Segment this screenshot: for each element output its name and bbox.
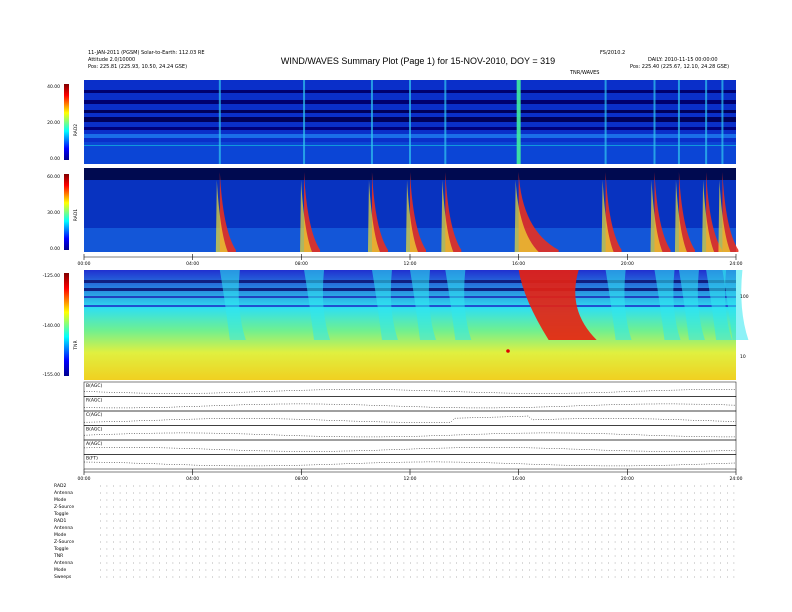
header-left-line2: Attitude 2.0/10000 — [88, 57, 135, 63]
rad2-burst — [516, 80, 521, 164]
tnr-tick-bottom: -155.00 — [43, 372, 61, 378]
line-panel-label: B(AGC) — [86, 383, 102, 389]
footer-rad2-2: Mode — [54, 497, 66, 503]
footer-rad1-4: Toggle — [53, 546, 69, 552]
tnr-background — [84, 270, 736, 380]
axis-tick-label: 16:00 — [512, 476, 525, 482]
line-panel-frame — [83, 439, 737, 455]
footer-rad1-2: Mode — [54, 532, 66, 538]
footer-rad1-3: Z-Source — [54, 539, 74, 545]
top-time-axis: 00:00 04:00 08:00 12:00 16:00 20:00 24:00 — [78, 254, 743, 267]
footer-rad2-0: RAD2 — [54, 483, 66, 489]
line-panel-label: R(AGC) — [86, 398, 103, 404]
axis-tick-label: 12:00 — [404, 261, 417, 267]
rad1-colorbar — [64, 174, 69, 250]
footer-rad2-3: Z-Source — [54, 504, 74, 510]
line-panel-trace — [83, 447, 737, 452]
axis-tick-label: 24:00 — [730, 476, 743, 482]
line-panel-label: B(FT) — [86, 456, 98, 462]
axis-tick-label: 00:00 — [78, 261, 91, 267]
rad2-burst — [721, 80, 724, 164]
rad2-burst — [370, 80, 373, 164]
tnr-band — [84, 305, 736, 307]
axis-tick-label: 16:00 — [512, 261, 525, 267]
axis-tick-label: 24:00 — [730, 261, 743, 267]
rad2-burst — [303, 80, 306, 164]
line-panel-trace — [83, 403, 737, 409]
axis-tick-label: 00:00 — [78, 476, 91, 482]
rad2-tick-mid: 20.00 — [47, 120, 60, 126]
line-panel-frame — [83, 381, 737, 397]
line-panel-trace — [84, 415, 737, 423]
tnr-band — [84, 296, 736, 298]
rad2-tick-bottom: 0.00 — [50, 156, 60, 162]
line-panel-trace — [83, 461, 737, 467]
footer-tnr-3: Sweeps — [54, 574, 72, 580]
line-panel-label: B(AGC) — [86, 427, 102, 433]
rad1-tick-top: 60.00 — [47, 174, 60, 180]
rad2-colorbar — [64, 84, 69, 160]
line-panel-frame — [83, 454, 737, 470]
tnr-band — [84, 280, 736, 283]
line-panel-frame — [83, 396, 737, 412]
summary-plot: WIND/WAVES Summary Plot (Page 1) for 15-… — [43, 50, 749, 580]
rad2-burst — [218, 80, 221, 164]
axis-tick-label: 12:00 — [404, 476, 417, 482]
rad2-label: RAD2 — [73, 124, 79, 136]
footer-rad1-1: Antenna — [54, 525, 73, 531]
line-panel-trace — [83, 432, 736, 438]
tnr-band — [84, 288, 736, 291]
footer-rad2-4: Toggle — [53, 511, 69, 517]
line-panel-label: C(AGC) — [86, 412, 103, 418]
header-right-top: FS/2010.2 — [600, 50, 625, 56]
tnr-label: TNR — [73, 340, 79, 350]
axis-tick-label: 20:00 — [621, 476, 634, 482]
footer-rad2-1: Antenna — [54, 490, 73, 496]
header-left-line3: Pos: 225.81 (225.93, 10.50, 24.24 GSE) — [88, 64, 187, 70]
tnr-right-tick-10: 10 — [740, 354, 746, 360]
line-panel-label: A(AGC) — [86, 441, 102, 447]
axis-tick-label: 04:00 — [186, 261, 199, 267]
rad1-panel — [84, 168, 739, 252]
tnr-spot — [506, 349, 510, 353]
rad1-tick-bottom: 0.00 — [50, 246, 60, 252]
tnr-colorbar — [64, 273, 69, 376]
tnr-tick-mid: -140.00 — [43, 323, 61, 329]
footer-tnr-2: Mode — [54, 567, 66, 573]
line-panel-trace — [83, 389, 737, 394]
rad2-tick-top: 40.00 — [47, 84, 60, 90]
rad2-burst — [604, 80, 607, 164]
rad1-tick-mid: 30.00 — [47, 210, 60, 216]
footer-tnr-1: Antenna — [54, 560, 73, 566]
tnr-tick-top: -125.00 — [43, 273, 61, 279]
footer-tnr-0: TNR — [53, 553, 63, 559]
axis-tick-label: 20:00 — [621, 261, 634, 267]
line-panels: B(AGC) R(AGC) C(AGC) B(AGC) A(AGC) B(FT) — [83, 381, 737, 470]
axis-tick-label: 04:00 — [186, 476, 199, 482]
bottom-time-axis: 00:00 04:00 08:00 12:00 16:00 20:00 24:00 — [78, 469, 743, 482]
line-panel-frame — [83, 410, 737, 426]
header-right-line2: Pos: 225.40 (225.67, 12.10, 24.28 GSE) — [630, 64, 729, 70]
plot-title: WIND/WAVES Summary Plot (Page 1) for 15-… — [281, 56, 555, 66]
rad2-panel — [84, 80, 736, 164]
rad2-burst — [444, 80, 447, 164]
rad1-label: RAD1 — [73, 209, 79, 221]
tnr-right-tick-100: 100 — [740, 294, 749, 300]
header-right-line1: DAILY: 2010-11-15 00:00:00 — [648, 57, 718, 63]
rad2-burst — [409, 80, 411, 164]
footer-rad1-0: RAD1 — [54, 518, 66, 524]
header-mid-label: TNR/WAVES — [569, 70, 599, 76]
axis-tick-label: 08:00 — [295, 476, 308, 482]
rad2-burst — [705, 80, 708, 164]
tnr-panel — [84, 270, 749, 380]
instrument-footer: RAD2 Antenna Mode Z-Source Toggle RAD1 A… — [53, 483, 736, 580]
axis-tick-label: 08:00 — [295, 261, 308, 267]
rad2-burst — [653, 80, 656, 164]
rad2-burst — [677, 80, 680, 164]
header-left-line1: 11-JAN-2011 (PGSM) Solar-to-Earth: 112.0… — [88, 50, 205, 56]
